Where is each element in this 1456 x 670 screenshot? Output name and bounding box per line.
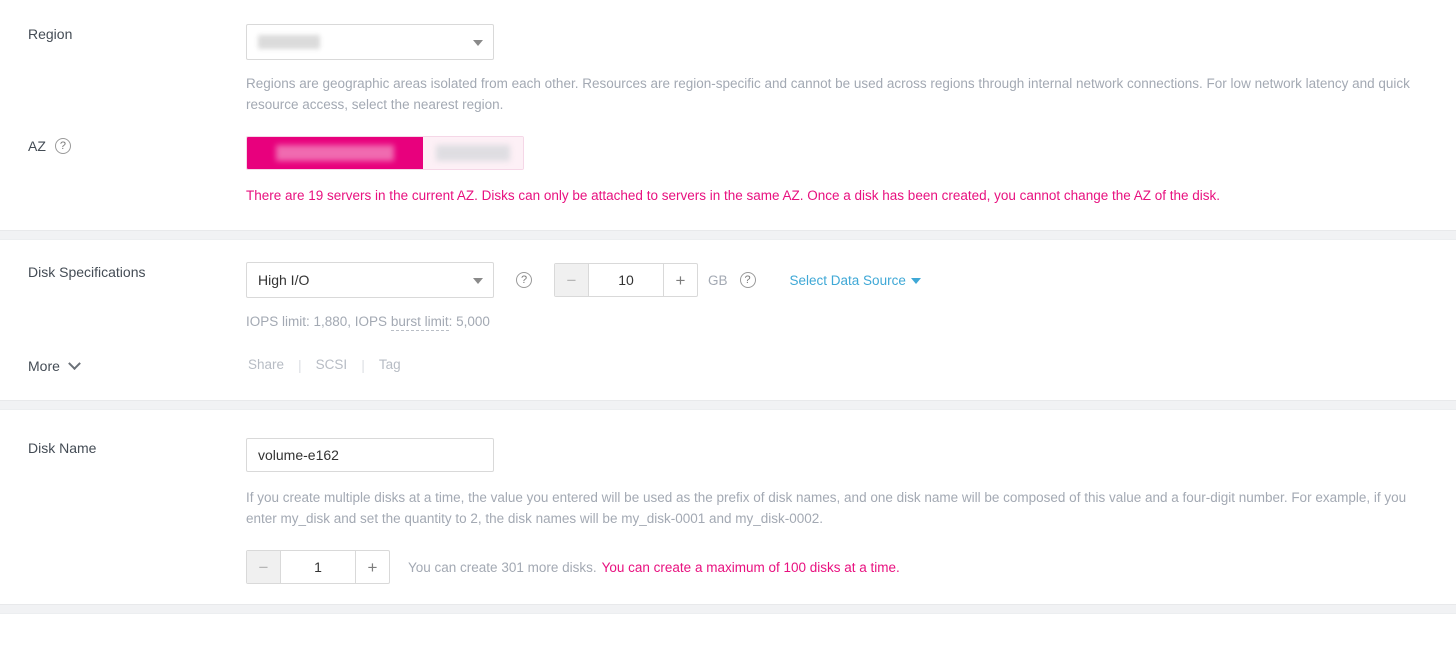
iops-hint-prefix: IOPS limit: 1,880, IOPS bbox=[246, 314, 391, 329]
iops-hint-suffix: : 5,000 bbox=[448, 314, 490, 329]
form-row-disk-name: Disk Name If you create multiple disks a… bbox=[0, 438, 1456, 584]
section-region-az: Region Regions are geographic areas isol… bbox=[0, 0, 1456, 230]
section-disk-name: Disk Name If you create multiple disks a… bbox=[0, 410, 1456, 604]
az-label-text: AZ bbox=[28, 138, 46, 154]
section-divider bbox=[0, 230, 1456, 240]
disk-name-field: If you create multiple disks at a time, … bbox=[246, 438, 1456, 584]
more-link-scsi[interactable]: SCSI bbox=[314, 357, 350, 372]
disk-type-select[interactable]: High I/O bbox=[246, 262, 494, 298]
question-mark-icon[interactable]: ? bbox=[54, 138, 71, 154]
az-option-label-redacted bbox=[436, 145, 510, 161]
disk-specifications-controls: High I/O ? − 10 + GB ? Select Data Sourc… bbox=[246, 262, 1456, 298]
section-disk-specifications: Disk Specifications High I/O ? − 10 + GB bbox=[0, 240, 1456, 400]
chevron-down-icon bbox=[68, 356, 81, 370]
more-field: Share | SCSI | Tag bbox=[246, 356, 1456, 373]
az-warning: There are 19 servers in the current AZ. … bbox=[246, 188, 1221, 203]
form-row-disk-specifications: Disk Specifications High I/O ? − 10 + GB bbox=[0, 262, 1456, 332]
select-data-source-link[interactable]: Select Data Source bbox=[790, 273, 921, 288]
more-links-separator: | bbox=[298, 356, 302, 373]
disk-name-label-text: Disk Name bbox=[28, 440, 97, 456]
disk-quantity-decrement-button[interactable]: − bbox=[247, 551, 281, 583]
question-mark-icon[interactable]: ? bbox=[739, 272, 756, 288]
disk-quantity-increment-button[interactable]: + bbox=[355, 551, 389, 583]
region-label: Region bbox=[0, 24, 246, 44]
region-hint: Regions are geographic areas isolated fr… bbox=[246, 76, 1410, 112]
disk-size-unit: GB bbox=[708, 272, 728, 288]
az-selector bbox=[246, 136, 524, 170]
more-toggle[interactable]: More bbox=[28, 356, 81, 376]
disk-creation-form: Region Regions are geographic areas isol… bbox=[0, 0, 1456, 614]
question-mark-icon[interactable]: ? bbox=[516, 272, 532, 288]
disk-quantity-warning: You can create a maximum of 100 disks at… bbox=[601, 559, 900, 575]
chevron-down-icon bbox=[910, 277, 921, 284]
section-divider bbox=[0, 604, 1456, 614]
more-links-separator: | bbox=[361, 356, 365, 373]
region-selected-value-redacted bbox=[258, 35, 320, 49]
disk-size-decrement-button[interactable]: − bbox=[555, 264, 589, 296]
az-option-selected[interactable] bbox=[247, 137, 423, 169]
disk-size-increment-button[interactable]: + bbox=[663, 264, 697, 296]
az-option-label-redacted bbox=[276, 145, 394, 161]
chevron-down-icon bbox=[473, 278, 483, 284]
disk-quantity-hint: You can create 301 more disks. bbox=[408, 559, 597, 575]
more-label: More bbox=[0, 356, 246, 376]
form-row-az: AZ ? There are 19 servers in the current… bbox=[0, 136, 1456, 206]
more-link-tag[interactable]: Tag bbox=[377, 357, 403, 372]
disk-quantity-row: − 1 + You can create 301 more disks. You… bbox=[246, 550, 1456, 584]
az-field: There are 19 servers in the current AZ. … bbox=[246, 136, 1456, 206]
disk-type-selected-value: High I/O bbox=[258, 272, 310, 288]
region-field: Regions are geographic areas isolated fr… bbox=[246, 24, 1456, 115]
disk-quantity-stepper: − 1 + bbox=[246, 550, 390, 584]
select-data-source-label: Select Data Source bbox=[789, 272, 906, 288]
iops-burst-limit-term[interactable]: burst limit bbox=[390, 314, 449, 331]
disk-name-label: Disk Name bbox=[0, 438, 246, 458]
section-divider bbox=[0, 400, 1456, 410]
az-option-unselected[interactable] bbox=[423, 137, 523, 169]
disk-name-input[interactable] bbox=[246, 438, 494, 472]
disk-quantity-value[interactable]: 1 bbox=[281, 551, 355, 583]
region-label-text: Region bbox=[28, 26, 73, 42]
more-links: Share | SCSI | Tag bbox=[246, 357, 403, 373]
chevron-down-icon bbox=[473, 40, 483, 46]
az-label: AZ ? bbox=[0, 136, 246, 156]
disk-specifications-label-text: Disk Specifications bbox=[28, 264, 146, 280]
more-label-text: More bbox=[28, 358, 60, 374]
disk-size-value[interactable]: 10 bbox=[589, 264, 663, 296]
form-row-region: Region Regions are geographic areas isol… bbox=[0, 24, 1456, 115]
disk-size-stepper: − 10 + bbox=[554, 263, 698, 297]
region-select[interactable] bbox=[246, 24, 494, 60]
more-link-share[interactable]: Share bbox=[246, 357, 286, 372]
iops-hint: IOPS limit: 1,880, IOPS burst limit: 5,0… bbox=[246, 311, 1428, 332]
form-row-more: More Share | SCSI | Tag bbox=[0, 356, 1456, 376]
disk-specifications-field: High I/O ? − 10 + GB ? Select Data Sourc… bbox=[246, 262, 1456, 332]
disk-specifications-label: Disk Specifications bbox=[0, 262, 246, 282]
disk-name-hint: If you create multiple disks at a time, … bbox=[246, 490, 1407, 526]
